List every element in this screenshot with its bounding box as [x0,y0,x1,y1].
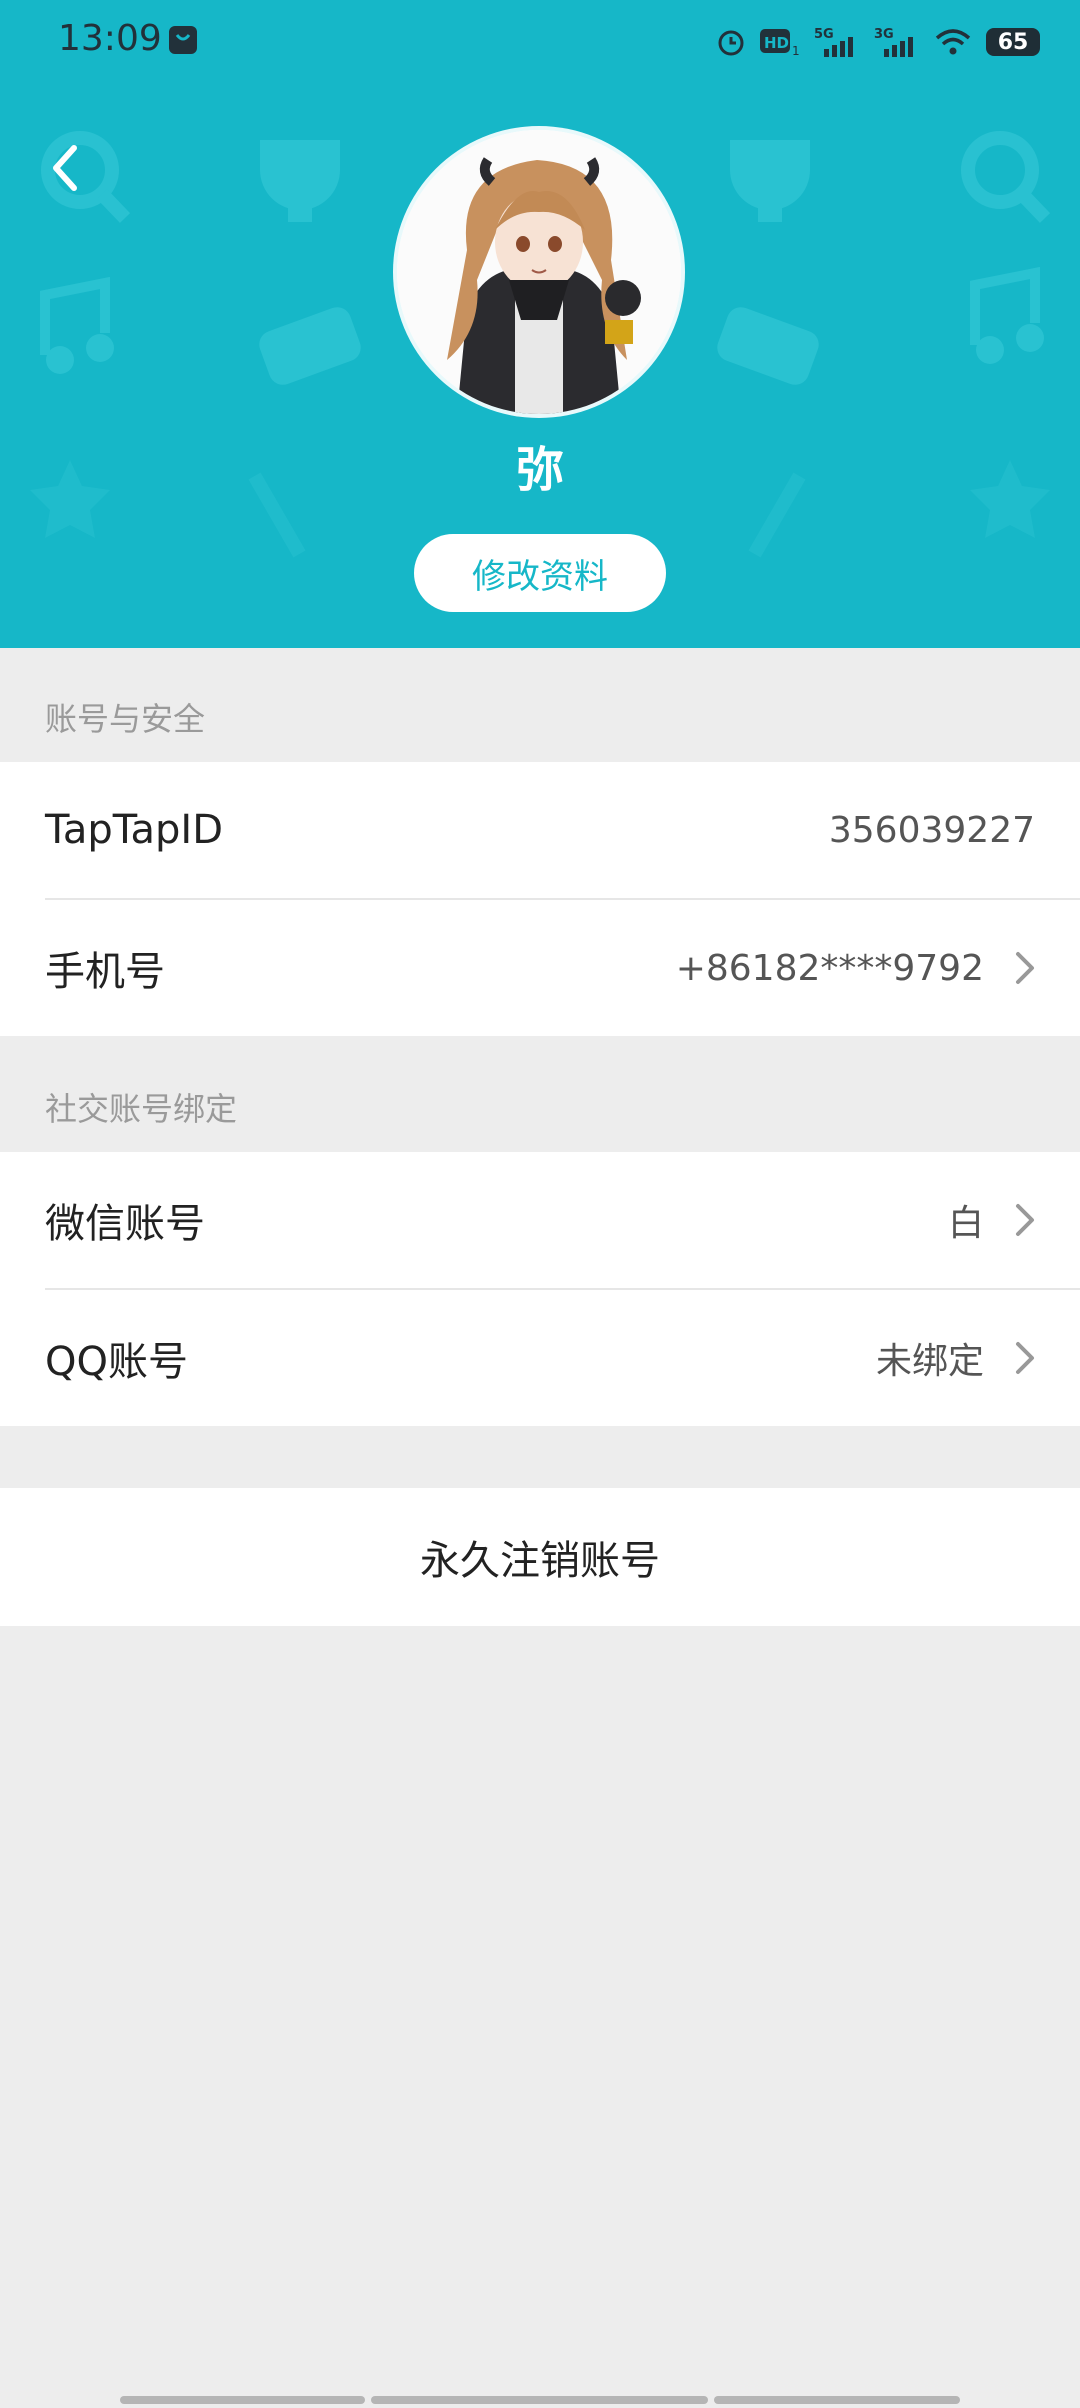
chevron-left-icon [53,145,77,191]
back-button[interactable] [36,128,96,208]
nav-gesture-bar-right[interactable] [714,2396,960,2404]
social-binding-card: 微信账号 白 QQ账号 未绑定 [0,1152,1080,1426]
delete-account-button[interactable]: 永久注销账号 [0,1488,1080,1626]
nav-gesture-bar-left[interactable] [120,2396,365,2404]
battery-icon: 65 [986,28,1040,56]
username: 弥 [515,442,564,498]
status-icons: HD 1 5G 3G 65 [716,18,1040,66]
section-label-social-binding: 社交账号绑定 [45,1090,238,1128]
row-title: 手机号 [45,949,165,995]
row-wechat[interactable]: 微信账号 白 [0,1152,1080,1288]
row-value: +86182****9792 [675,947,984,989]
wifi-icon [935,29,971,55]
row-taptap-id: TapTapID 356039227 [0,762,1080,898]
status-bar: 13:09 HD 1 5G 3G 65 [0,0,1080,84]
row-value: 356039227 [828,809,1035,851]
svg-text:HD: HD [764,34,789,52]
row-title: QQ账号 [45,1339,188,1385]
signal-3g-icon: 3G [874,27,913,57]
edit-profile-button[interactable]: 修改资料 [414,534,666,612]
svg-text:3G: 3G [874,27,894,42]
bag-icon [169,26,197,54]
svg-text:1: 1 [792,44,800,57]
status-time: 13:09 [58,18,162,59]
nav-gesture-bar-center[interactable] [371,2396,708,2404]
svg-text:5G: 5G [814,27,834,42]
row-value: 白 [947,1203,984,1244]
section-label-account-security: 账号与安全 [45,700,206,738]
hd-icon: HD 1 [760,29,800,57]
signal-5g-icon: 5G [814,27,853,57]
row-phone[interactable]: 手机号 +86182****9792 [45,898,1080,1036]
avatar-illustration [397,130,681,414]
avatar[interactable] [397,130,681,414]
account-security-card: TapTapID 356039227 手机号 +86182****9792 [0,762,1080,1036]
chevron-right-icon [1016,1204,1034,1236]
row-title: 微信账号 [45,1201,205,1247]
alarm-icon [718,30,744,56]
chevron-right-icon [1016,1342,1034,1374]
row-value: 未绑定 [875,1341,984,1382]
row-qq[interactable]: QQ账号 未绑定 [45,1288,1080,1426]
chevron-right-icon [1016,952,1034,984]
row-title: TapTapID [45,807,224,853]
profile-header: 13:09 HD 1 5G 3G 65 弥 修改资料 [0,0,1080,648]
